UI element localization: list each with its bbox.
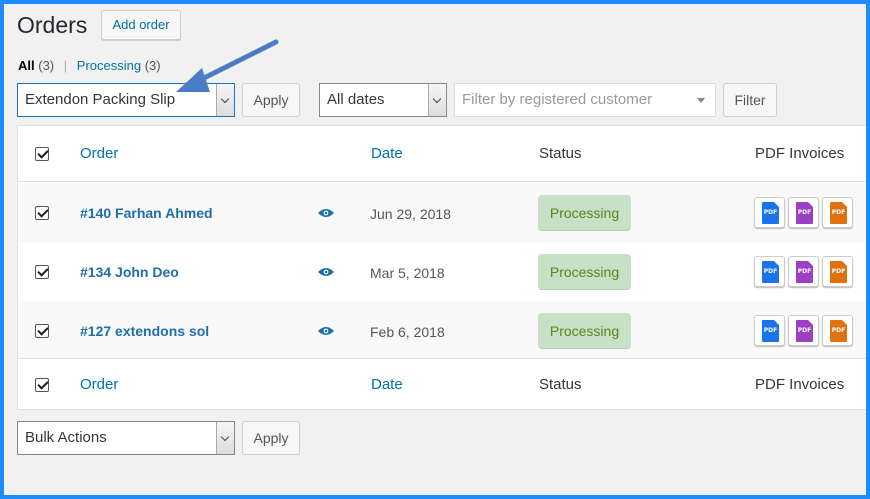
column-pdf-invoices-header: PDF Invoices [755,145,845,162]
column-order-footer[interactable]: Order [80,376,118,393]
view-separator: | [63,58,68,73]
column-order-header[interactable]: Order [80,145,118,162]
order-link[interactable]: #134 John Deo [80,264,179,280]
column-status-footer: Status [539,376,582,393]
pdf-delivery-note-icon[interactable]: PDF [822,197,853,228]
page-title: Orders [17,12,88,38]
filter-button[interactable]: Filter [723,83,777,117]
status-badge: Processing [538,313,631,349]
status-badge: Processing [538,254,631,290]
status-badge: Processing [538,195,631,231]
view-processing-count: (3) [144,58,161,73]
select-all-checkbox[interactable] [35,378,49,392]
select-all-checkbox[interactable] [35,147,49,161]
date-filter-select[interactable]: All dates [319,83,447,117]
eye-icon[interactable] [318,267,334,277]
caret-down-icon [697,98,705,103]
chevron-down-icon [216,422,234,454]
screenshot-frame: Orders Add order All (3) | Processing (3… [0,0,870,499]
date-filter-value: All dates [327,91,385,108]
chevron-down-icon [428,84,446,116]
order-date: Jun 29, 2018 [370,206,451,222]
order-link[interactable]: #127 extendons sol [80,323,209,339]
column-date-header[interactable]: Date [371,145,403,162]
pdf-invoice-icon[interactable]: PDF [754,256,785,287]
view-all-link[interactable]: All [18,58,35,73]
column-pdf-invoices-footer: PDF Invoices [755,376,845,393]
row-checkbox[interactable] [35,265,49,279]
table-row: #140 Farhan Ahmed Jun 29, 2018 Processin… [18,183,866,242]
order-status-views: All (3) | Processing (3) [18,58,161,73]
eye-icon[interactable] [318,326,334,336]
bulk-actions-select-bottom[interactable]: Bulk Actions [17,421,235,455]
table-row: #127 extendons sol Feb 6, 2018 Processin… [18,301,866,358]
pdf-packing-slip-icon[interactable]: PDF [788,256,819,287]
eye-icon[interactable] [318,208,334,218]
column-status-header: Status [539,145,582,162]
bulk-actions-value: Bulk Actions [25,429,107,446]
customer-filter-placeholder: Filter by registered customer [462,91,653,108]
customer-filter-select[interactable]: Filter by registered customer [454,83,716,117]
bulk-action-value: Extendon Packing Slip [25,91,176,108]
pdf-actions: PDF PDF PDF [754,256,853,287]
order-link[interactable]: #140 Farhan Ahmed [80,205,213,221]
pdf-packing-slip-icon[interactable]: PDF [788,197,819,228]
pdf-packing-slip-icon[interactable]: PDF [788,315,819,346]
pdf-actions: PDF PDF PDF [754,315,853,346]
order-date: Mar 5, 2018 [370,265,445,281]
pdf-actions: PDF PDF PDF [754,197,853,228]
table-header-row: Order Date Status PDF Invoices [18,126,866,182]
view-processing-link[interactable]: Processing [77,58,141,73]
pdf-invoice-icon[interactable]: PDF [754,197,785,228]
pdf-delivery-note-icon[interactable]: PDF [822,256,853,287]
column-date-footer[interactable]: Date [371,376,403,393]
table-row: #134 John Deo Mar 5, 2018 Processing PDF… [18,242,866,301]
row-checkbox[interactable] [35,206,49,220]
table-footer-row: Order Date Status PDF Invoices [18,358,866,410]
row-checkbox[interactable] [35,324,49,338]
apply-button-bottom[interactable]: Apply [242,421,300,455]
annotation-arrow-icon [176,39,279,92]
order-date: Feb 6, 2018 [370,324,445,340]
pdf-delivery-note-icon[interactable]: PDF [822,315,853,346]
orders-table: Order Date Status PDF Invoices #140 Farh… [17,125,866,410]
view-all-count: (3) [38,58,55,73]
pdf-invoice-icon[interactable]: PDF [754,315,785,346]
